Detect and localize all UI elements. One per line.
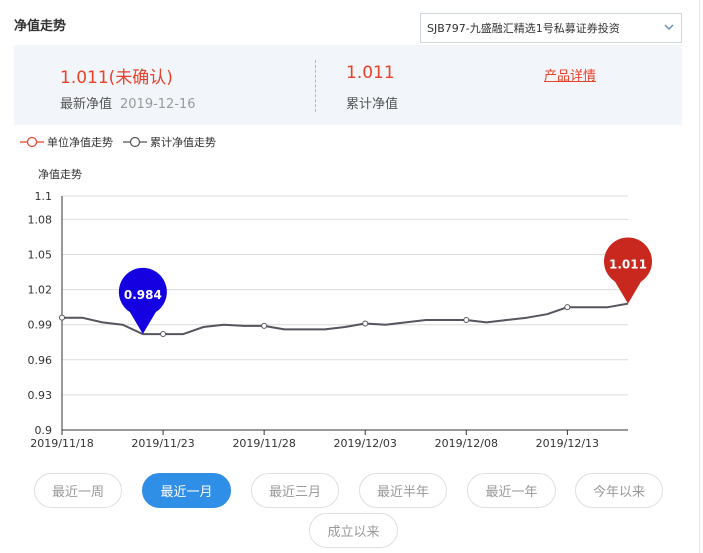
nav-trend-panel: 净值走势 SJB797-九盛融汇精选1号私募证券投资 1.011(未确认) 最新… xyxy=(0,0,700,553)
y-axis-title: 净值走势 xyxy=(38,167,82,181)
y-tick-label: 0.99 xyxy=(28,319,53,332)
range-button[interactable]: 最近一年 xyxy=(467,473,556,508)
chevron-down-icon xyxy=(664,24,674,31)
cumulative-nav-label: 累计净值 xyxy=(346,97,399,112)
range-button[interactable]: 今年以来 xyxy=(575,473,663,508)
fund-select-value: SJB797-九盛融汇精选1号私募证券投资 xyxy=(427,22,620,35)
legend-cumulative-nav[interactable]: 累计净值走势 xyxy=(123,134,216,150)
fund-select[interactable]: SJB797-九盛融汇精选1号私募证券投资 xyxy=(420,13,682,43)
y-tick-label: 0.93 xyxy=(28,389,53,402)
x-tick-label: 2019/11/23 xyxy=(131,437,194,450)
data-point xyxy=(564,304,571,311)
data-point xyxy=(160,331,167,338)
y-tick-label: 1.08 xyxy=(28,213,53,226)
chart-legend: 单位净值走势 累计净值走势 xyxy=(20,134,226,150)
x-tick-label: 2019/12/13 xyxy=(536,437,599,450)
cumulative-nav-value: 1.011 xyxy=(346,63,395,83)
y-tick-label: 0.9 xyxy=(35,424,53,437)
x-tick-label: 2019/12/03 xyxy=(334,437,397,450)
y-tick-label: 0.96 xyxy=(28,354,53,367)
nav-line-chart: 净值走势 0.9 0.93 0.96 0.99 1.02 1.05 1.08 1.1 2019/1… xyxy=(28,167,652,450)
x-tick-label: 2019/11/28 xyxy=(232,437,295,450)
range-button[interactable]: 最近半年 xyxy=(359,473,447,508)
x-tick-label: 2019/12/08 xyxy=(435,437,498,450)
legend-unit-marker-icon xyxy=(20,136,44,148)
legend-cumulative-label: 累计净值走势 xyxy=(150,136,216,149)
latest-nav-label-row: 最新净值 2019-12-16 xyxy=(60,93,196,112)
latest-nav-date: 2019-12-16 xyxy=(120,97,196,112)
range-button[interactable]: 最近三月 xyxy=(251,473,339,508)
range-button[interactable]: 最近一周 xyxy=(34,473,122,508)
x-tick-label: 2019/11/18 xyxy=(30,437,93,450)
legend-unit-nav[interactable]: 单位净值走势 xyxy=(20,134,113,150)
range-button[interactable]: 成立以来 xyxy=(309,513,398,548)
range-button[interactable]: 最近一月 xyxy=(142,473,231,508)
product-detail-link[interactable]: 产品详情 xyxy=(544,65,596,84)
min-value-label: 0.984 xyxy=(124,288,162,302)
divider xyxy=(315,60,316,112)
latest-nav-label: 最新净值 xyxy=(60,97,113,112)
page-title: 净值走势 xyxy=(14,19,67,34)
data-point xyxy=(59,314,65,321)
y-tick-label: 1.02 xyxy=(28,284,53,297)
data-point xyxy=(463,317,470,324)
legend-unit-label: 单位净值走势 xyxy=(47,136,113,149)
nav-summary: 1.011(未确认) 最新净值 2019-12-16 1.011 累计净值 产品详… xyxy=(14,45,682,125)
y-tick-label: 1.1 xyxy=(35,190,53,203)
legend-cumulative-marker-icon xyxy=(123,136,147,148)
data-point xyxy=(362,320,369,327)
y-tick-label: 1.05 xyxy=(28,249,53,262)
data-point xyxy=(261,322,268,329)
max-value-label: 1.011 xyxy=(609,258,647,272)
latest-nav-value: 1.011(未确认) xyxy=(60,68,173,88)
